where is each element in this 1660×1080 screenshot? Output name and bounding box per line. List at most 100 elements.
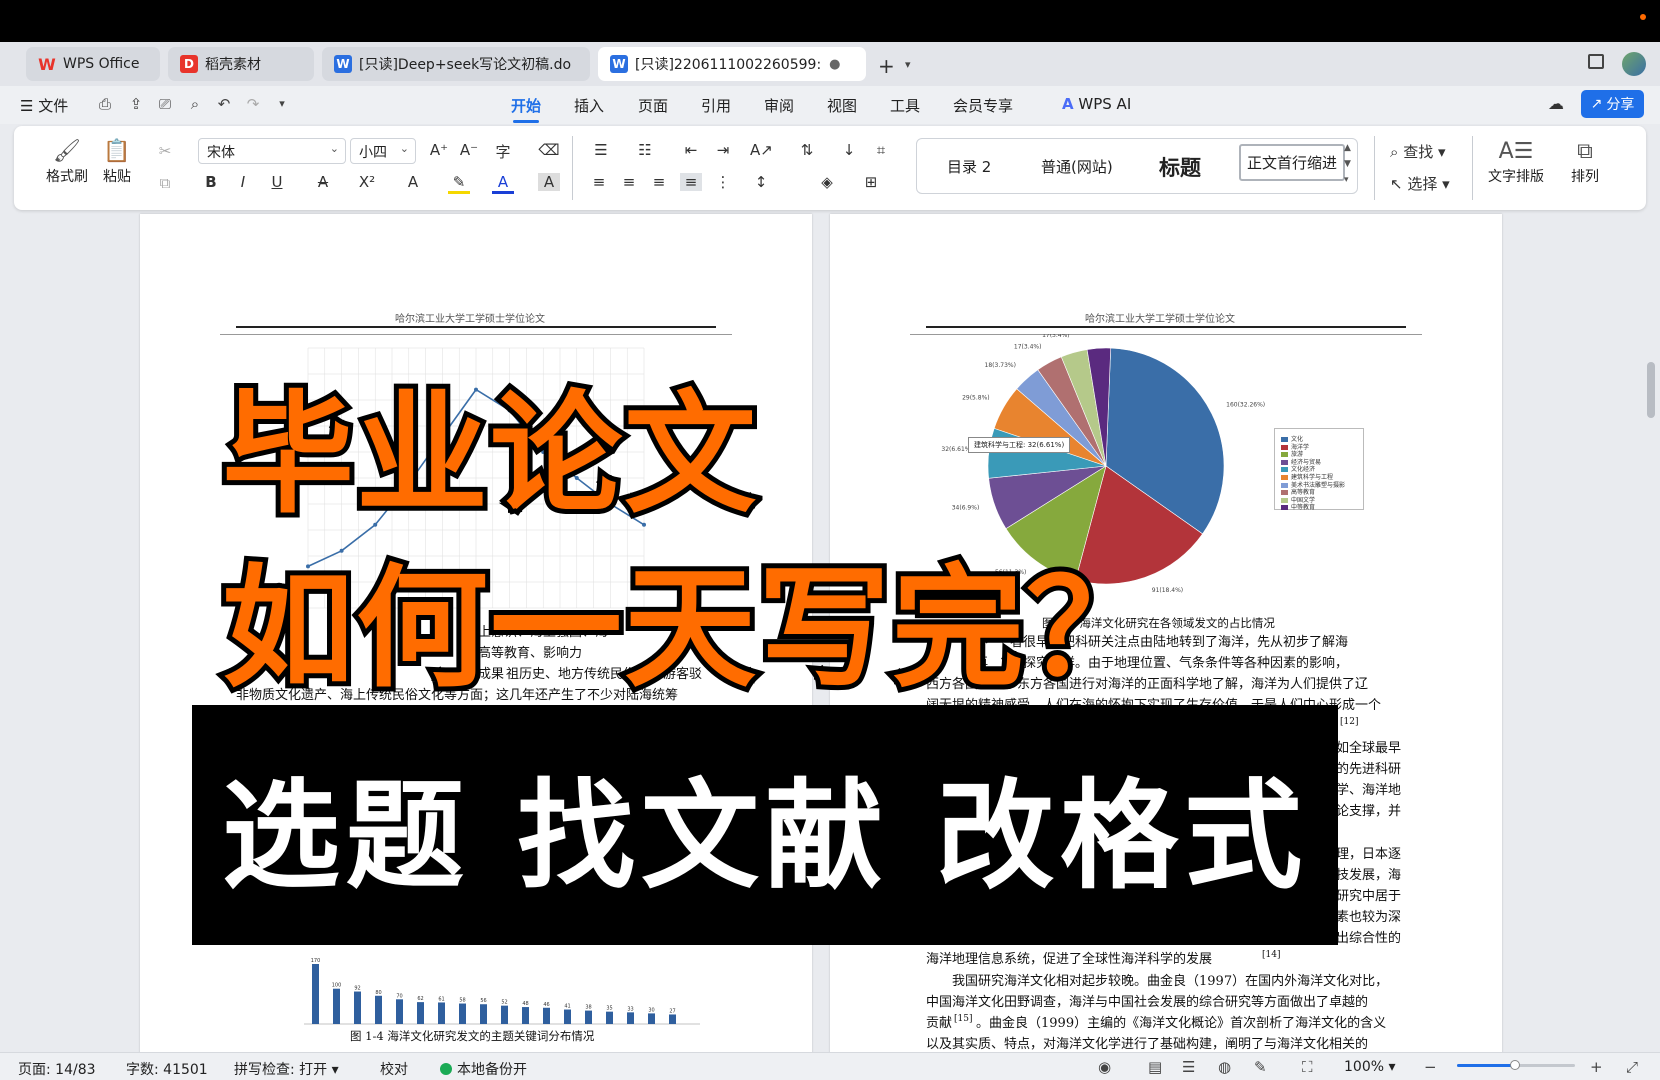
grow-font-icon[interactable]: A⁺ [428, 141, 450, 159]
menu-references[interactable]: 引用 [701, 95, 731, 116]
bullet-list-icon[interactable]: ☰ [590, 141, 612, 159]
page-count[interactable]: 页面: 14/83 [18, 1059, 96, 1079]
underline-icon[interactable]: U [266, 173, 288, 191]
tab-list-chevron-icon[interactable]: ▾ [905, 58, 911, 71]
bar-value-label: 48 [522, 1001, 528, 1007]
paste-button[interactable]: 📋 粘贴 [103, 138, 131, 186]
highlight-icon[interactable]: ✎ [448, 173, 470, 194]
sort-icon[interactable]: ⇅ [796, 141, 818, 159]
web-view-icon[interactable]: ◍ [1218, 1058, 1231, 1076]
copy-icon[interactable]: ⧉ [154, 174, 176, 192]
char-shading-icon[interactable]: A [538, 173, 560, 191]
share-button[interactable]: ↗ 分享 [1581, 90, 1644, 118]
menu-home[interactable]: 开始 [511, 95, 541, 123]
menu-file[interactable]: ☰ 文件 [20, 95, 68, 116]
zoom-in-icon[interactable]: + [1590, 1058, 1603, 1076]
docer-icon: D [180, 55, 198, 73]
new-tab-plus-icon[interactable]: + [878, 54, 895, 78]
distribute-icon[interactable]: ⋮ [712, 173, 734, 191]
menu-insert[interactable]: 插入 [574, 95, 604, 116]
body-text-line: 素也较为深 [1336, 910, 1402, 925]
menu-wps-ai[interactable]: A WPS AI [1062, 95, 1131, 113]
zoom-out-icon[interactable]: − [1424, 1058, 1437, 1076]
phonetic-guide-icon[interactable]: 字 [492, 141, 514, 162]
tab-docer[interactable]: D 稻壳素材 [168, 47, 314, 81]
style-normal-web[interactable]: 普通(网站) [1041, 156, 1113, 177]
undo-icon[interactable]: ↶ [215, 95, 233, 113]
bold-icon[interactable]: B [200, 173, 222, 191]
zoom-level[interactable]: 100% ▾ [1344, 1059, 1396, 1075]
align-right-icon[interactable]: ≡ [648, 173, 670, 191]
export-icon[interactable]: ⇪ [127, 95, 145, 113]
sort-descending-icon[interactable]: ↓ [838, 141, 860, 159]
cut-icon[interactable]: ✂ [154, 142, 176, 160]
reference-mark: [12] [1340, 717, 1359, 727]
print-icon[interactable]: ⎚ [156, 95, 174, 113]
fit-page-icon[interactable]: ⛶ [1302, 1058, 1313, 1076]
menu-tools[interactable]: 工具 [890, 95, 920, 116]
word-count[interactable]: 字数: 41501 [126, 1059, 208, 1079]
shading-icon[interactable]: ◈ [816, 173, 838, 191]
window-restore-icon[interactable] [1588, 54, 1604, 69]
align-center-icon[interactable]: ≡ [618, 173, 640, 191]
strikethrough-icon[interactable]: A [312, 173, 334, 191]
fullscreen-icon[interactable]: ⤢ [1626, 1058, 1638, 1076]
show-marks-icon[interactable]: ⌗ [870, 141, 892, 159]
tab-deepseek-doc[interactable]: W [只读]Deep+seek写论文初稿.do [322, 47, 590, 81]
style-body-indent[interactable]: 正文首行缩进 [1239, 144, 1346, 181]
eye-protection-icon[interactable]: ◉ [1098, 1058, 1111, 1076]
text-effect-icon[interactable]: A [402, 173, 424, 191]
tab-wps-office[interactable]: W WPS Office [26, 47, 160, 81]
local-backup-status[interactable]: 本地备份开 [440, 1059, 527, 1079]
text-layout-button[interactable]: A☰ 文字排版 [1488, 138, 1544, 186]
menu-view[interactable]: 视图 [827, 95, 857, 116]
proofread-button[interactable]: 校对 [380, 1059, 408, 1079]
backup-label: 本地备份开 [457, 1062, 527, 1078]
bar-value-label: 52 [501, 1000, 507, 1006]
font-family-select[interactable]: 宋体 ⌄ [198, 138, 346, 164]
select-button[interactable]: ↖ 选择 ▾ [1390, 173, 1450, 194]
justify-icon[interactable]: ≡ [680, 173, 702, 191]
vertical-scrollbar[interactable] [1641, 216, 1660, 1052]
outline-view-icon[interactable]: ☰ [1182, 1058, 1195, 1076]
menu-page[interactable]: 页面 [638, 95, 668, 116]
superscript-icon[interactable]: X² [356, 173, 378, 191]
quick-access-chevron-icon[interactable]: ▾ [273, 95, 291, 113]
italic-icon[interactable]: I [232, 173, 254, 191]
word-doc-icon: W [610, 55, 628, 73]
cloud-upload-icon[interactable]: ☁ [1548, 94, 1564, 113]
style-heading[interactable]: 标题 [1159, 152, 1201, 182]
style-toc-2[interactable]: 目录 2 [947, 156, 991, 177]
scrollbar-thumb[interactable] [1647, 362, 1655, 418]
align-left-icon[interactable]: ≡ [588, 173, 610, 191]
text-direction-icon[interactable]: A↗ [750, 141, 773, 159]
page-view-icon[interactable]: ▤ [1148, 1058, 1162, 1076]
ribbon-divider [1374, 136, 1375, 200]
font-color-icon[interactable]: A [492, 173, 514, 194]
print-preview-icon[interactable]: ⌕ [186, 95, 204, 113]
tab-thesis-doc[interactable]: W [只读]2206111002260599: ● [598, 47, 866, 81]
borders-icon[interactable]: ⊞ [860, 173, 882, 191]
spell-check-toggle[interactable]: 拼写检查: 打开 ▾ [234, 1059, 339, 1079]
save-icon[interactable]: ⎙ [96, 95, 114, 113]
format-painter-button[interactable]: 🖌 格式刷 [46, 138, 88, 186]
menu-bar: ☰ 文件 ⎙ ⇪ ⎚ ⌕ ↶ ↷ ▾ 开始 插入 页面 引用 审阅 视图 工具 … [0, 86, 1660, 200]
search-icon: ⌕ [1390, 143, 1399, 161]
style-gallery-scroll[interactable]: ▲ ▼ ▾ [1344, 140, 1351, 188]
arrange-button[interactable]: ⧉ 排列 [1571, 138, 1599, 186]
clear-format-icon[interactable]: ⌫ [538, 141, 560, 159]
tab-close-dot-icon[interactable]: ● [829, 57, 840, 72]
pen-icon[interactable]: ✎ [1254, 1058, 1267, 1076]
decrease-indent-icon[interactable]: ⇤ [680, 141, 702, 159]
find-button[interactable]: ⌕ 查找 ▾ [1390, 141, 1446, 162]
zoom-slider-handle[interactable] [1510, 1060, 1520, 1070]
line-spacing-icon[interactable]: ↕ [750, 173, 772, 191]
redo-icon[interactable]: ↷ [244, 95, 262, 113]
shrink-font-icon[interactable]: A⁻ [458, 141, 480, 159]
increase-indent-icon[interactable]: ⇥ [712, 141, 734, 159]
menu-review[interactable]: 审阅 [764, 95, 794, 116]
avatar[interactable] [1622, 52, 1646, 76]
numbered-list-icon[interactable]: ☷ [634, 141, 656, 159]
menu-membership[interactable]: 会员专享 [953, 95, 1013, 116]
font-size-select[interactable]: 小四 ⌄ [350, 138, 416, 164]
